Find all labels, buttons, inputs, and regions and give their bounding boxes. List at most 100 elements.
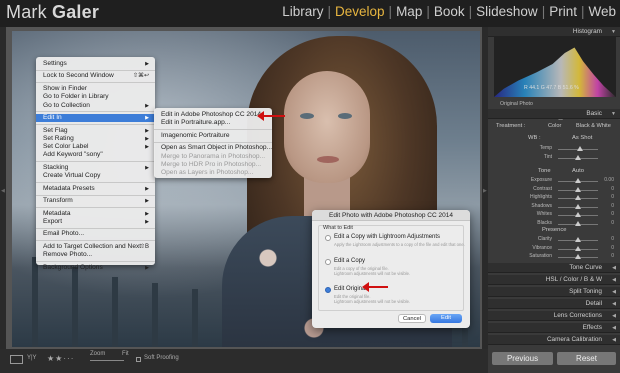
radio-button[interactable] — [325, 259, 331, 265]
menu-item-go-to-collection[interactable]: Go to Collection ▶ — [36, 102, 155, 110]
soft-proofing-checkbox[interactable] — [136, 357, 141, 362]
rating-star-icon[interactable]: ★ — [47, 354, 55, 363]
color-button[interactable]: Color — [548, 123, 561, 129]
menu-item-add-to-target-collection-and-next[interactable]: Add to Target Collection and Next ⇧B — [36, 243, 155, 251]
cancel-button[interactable]: Cancel — [398, 314, 426, 323]
menu-item-set-flag[interactable]: Set Flag ▶ — [36, 127, 155, 135]
slider-knob[interactable] — [575, 220, 581, 226]
menu-item-show-in-finder[interactable]: Show in Finder — [36, 85, 155, 93]
module-web[interactable]: Web — [584, 4, 620, 19]
menu-item-label: Settings — [43, 60, 67, 67]
submenu-item-edit-in-adobe-photoshop-cc-2014[interactable]: Edit in Adobe Photoshop CC 2014... — [154, 111, 272, 119]
slider-exposure[interactable]: Exposure 0.00 — [492, 177, 616, 185]
submenu-arrow-icon: ▶ — [145, 164, 149, 171]
submenu-item-edit-in-portraiture-app[interactable]: Edit in Portraiture.app... — [154, 119, 272, 127]
slider-knob[interactable] — [575, 186, 581, 192]
right-panel: Histogram R 44.1 G 47.7 B 51.6 % Origina… — [488, 27, 620, 373]
slider-knob[interactable] — [575, 237, 581, 242]
menu-separator — [36, 123, 155, 125]
slider-highlights[interactable]: Highlights 0 — [492, 194, 616, 202]
panel-header-split-toning[interactable]: Split Toning — [488, 287, 620, 297]
module-develop[interactable]: Develop — [331, 4, 389, 19]
menu-item-email-photo[interactable]: Email Photo... — [36, 230, 155, 238]
slider-knob[interactable] — [575, 178, 581, 183]
slider-knob[interactable] — [575, 155, 581, 160]
left-panel-toggle-icon[interactable]: ◀ — [1, 188, 5, 194]
panel-header-detail[interactable]: Detail — [488, 299, 620, 309]
menu-separator — [36, 182, 155, 184]
slider-knob[interactable] — [575, 245, 581, 251]
slider-knob[interactable] — [575, 195, 581, 200]
rating-star-icon[interactable]: · — [71, 354, 75, 363]
slider-knob[interactable] — [575, 203, 581, 209]
slider-vibrance[interactable]: Vibrance 0 — [492, 245, 616, 253]
slider-clarity[interactable]: Clarity 0 — [492, 236, 616, 244]
zoom-slider[interactable] — [90, 360, 124, 361]
wb-select[interactable]: As Shot — [572, 135, 592, 141]
reset-button[interactable]: Reset — [557, 352, 616, 365]
black-white-button[interactable]: Black & White — [576, 123, 611, 129]
panel-header-lens-corrections[interactable]: Lens Corrections — [488, 311, 620, 321]
module-library[interactable]: Library — [278, 4, 327, 19]
slider-knob[interactable] — [577, 146, 583, 151]
module-map[interactable]: Map — [392, 4, 426, 19]
loupe-view-icon[interactable] — [10, 355, 23, 364]
slider-tint[interactable]: Tint — [492, 154, 616, 162]
right-panel-toggle-icon[interactable]: ▶ — [483, 188, 487, 194]
tone-label: Tone — [538, 168, 551, 174]
menu-item-add-keyword-sony[interactable]: Add Keyword "sony" — [36, 151, 155, 159]
slider-knob[interactable] — [575, 254, 581, 259]
slider-contrast[interactable]: Contrast 0 — [492, 186, 616, 194]
menu-item-lock-to-second-window[interactable]: Lock to Second Window ⇧⌘↩ — [36, 72, 155, 80]
menu-item-create-virtual-copy[interactable]: Create Virtual Copy — [36, 172, 155, 180]
what-to-edit-group: What to Edit Edit a Copy with Lightroom … — [318, 225, 465, 311]
radio-button-selected[interactable] — [325, 287, 331, 293]
panel-header-effects[interactable]: Effects — [488, 323, 620, 333]
menu-item-label: Metadata Presets — [43, 184, 95, 192]
star-rating[interactable]: ★★··· — [47, 354, 74, 363]
slider-value: 0 — [611, 211, 614, 217]
panel-header-tone-curve[interactable]: Tone Curve — [488, 263, 620, 273]
menu-item-metadata[interactable]: Metadata ▶ — [36, 210, 155, 218]
soft-proofing-label: Soft Proofing — [144, 355, 179, 361]
before-after-icon[interactable]: Y|Y — [27, 355, 37, 361]
histogram: R 44.1 G 47.7 B 51.6 % — [494, 37, 616, 97]
slider-shadows[interactable]: Shadows 0 — [492, 203, 616, 211]
previous-button[interactable]: Previous — [492, 352, 553, 365]
menu-item-set-rating[interactable]: Set Rating ▶ — [36, 135, 155, 143]
zoom-fit-label: Fit — [122, 351, 129, 357]
module-book[interactable]: Book — [430, 4, 469, 19]
edit-in-submenu: Edit in Adobe Photoshop CC 2014... Edit i… — [154, 108, 272, 178]
module-print[interactable]: Print — [545, 4, 581, 19]
menu-item-background-options[interactable]: Background Options ▶ — [36, 264, 155, 272]
menu-item-remove-photo[interactable]: Remove Photo... — [36, 251, 155, 259]
menu-shortcut: ⇧B — [139, 243, 149, 250]
panel-header-hsl-color-b-w[interactable]: HSL / Color / B & W — [488, 275, 620, 285]
eye — [300, 113, 314, 119]
menu-separator — [36, 69, 155, 71]
histogram-header[interactable]: Histogram — [488, 27, 620, 37]
menu-item-set-color-label[interactable]: Set Color Label ▶ — [36, 143, 155, 151]
slider-knob[interactable] — [575, 212, 581, 217]
menu-item-export[interactable]: Export ▶ — [36, 218, 155, 226]
auto-tone-button[interactable]: Auto — [572, 168, 584, 174]
menu-item-stacking[interactable]: Stacking ▶ — [36, 164, 155, 172]
submenu-item-imagenomic-portraiture[interactable]: Imagenomic Portraiture — [154, 132, 272, 140]
menu-item-transform[interactable]: Transform ▶ — [36, 197, 155, 205]
basic-header[interactable]: Basic — [488, 109, 620, 119]
radio-button[interactable] — [325, 235, 331, 241]
menu-item-metadata-presets[interactable]: Metadata Presets ▶ — [36, 185, 155, 193]
panel-header-camera-calibration[interactable]: Camera Calibration — [488, 335, 620, 345]
slider-saturation[interactable]: Saturation 0 — [492, 253, 616, 261]
submenu-item-merge-to-hdr-pro-in-photoshop: Merge to HDR Pro in Photoshop... — [154, 161, 272, 169]
edit-button[interactable]: Edit — [430, 314, 462, 323]
slider-temp[interactable]: Temp — [492, 145, 616, 153]
original-photo-checkbox[interactable]: Original Photo — [500, 101, 533, 107]
module-slideshow[interactable]: Slideshow — [472, 4, 542, 19]
slider-label: Saturation — [529, 253, 552, 259]
slider-whites[interactable]: Whites 0 — [492, 211, 616, 219]
menu-item-edit-in[interactable]: Edit In ▶ — [36, 114, 155, 123]
menu-item-settings[interactable]: Settings ▶ — [36, 60, 155, 68]
submenu-item-open-as-smart-object-in-photoshop[interactable]: Open as Smart Object in Photoshop... — [154, 144, 272, 152]
menu-item-go-to-folder-in-library[interactable]: Go to Folder in Library — [36, 93, 155, 101]
